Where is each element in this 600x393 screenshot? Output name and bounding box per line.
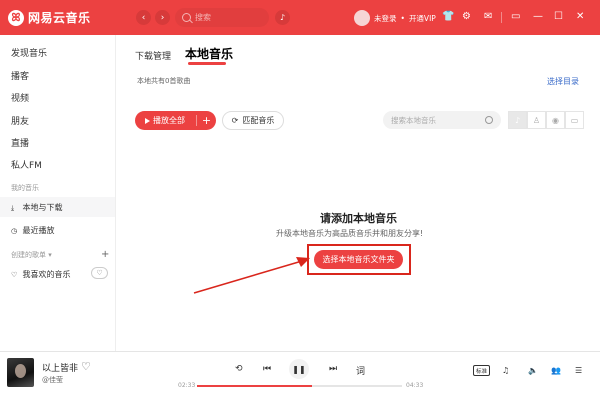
player-bar: 以上皆非 ♡ @佳莹 ⟲ ⏮ ❚❚ ⏭ 词 02:33 04:33 标准 ♫ 🔈… bbox=[0, 351, 600, 393]
pause-button[interactable]: ❚❚ bbox=[289, 359, 309, 379]
minimize-icon[interactable]: — bbox=[533, 11, 543, 23]
local-search-box[interactable] bbox=[383, 111, 501, 129]
active-tab-underline bbox=[188, 62, 226, 65]
back-button[interactable]: ‹ bbox=[136, 10, 151, 25]
sidebar-item-discover[interactable]: 发现音乐 bbox=[11, 46, 47, 59]
empty-state-subtitle: 升级本地音乐为高品质音乐并和朋友分享! bbox=[276, 229, 424, 238]
progress-bar[interactable] bbox=[197, 385, 402, 387]
chevron-right-icon: › bbox=[160, 12, 165, 23]
search-input[interactable] bbox=[195, 13, 265, 22]
pause-icon: ❚❚ bbox=[292, 364, 306, 374]
view-folder-button[interactable]: ▭ bbox=[565, 111, 584, 129]
netease-logo-icon: ꕤ bbox=[8, 9, 24, 26]
local-search-input[interactable] bbox=[391, 115, 481, 125]
play-all-main[interactable]: 播放全部 bbox=[135, 115, 197, 126]
tab-local-music[interactable]: 本地音乐 bbox=[185, 45, 233, 62]
play-icon bbox=[145, 117, 150, 124]
sidebar-item-live[interactable]: 直播 bbox=[11, 136, 29, 149]
current-time: 02:33 bbox=[178, 382, 196, 389]
title-bar: ꕤ 网易云音乐 ‹ › ♪ 未登录 • 开通VIP 👕 ⚙ ✉ ▭ — ☐ ✕ bbox=[0, 0, 600, 35]
search-icon bbox=[485, 116, 493, 124]
vip-link[interactable]: 开通VIP bbox=[409, 13, 436, 24]
search-icon bbox=[182, 13, 191, 22]
match-music-button[interactable]: ⟳ 匹配音乐 bbox=[222, 111, 284, 130]
select-directory-link[interactable]: 选择目录 bbox=[547, 76, 579, 87]
view-list-button[interactable]: ♪ bbox=[508, 111, 527, 129]
play-all-label: 播放全部 bbox=[153, 116, 185, 125]
add-to-queue-icon[interactable]: + bbox=[197, 114, 216, 127]
sound-effect-icon[interactable]: ♫ bbox=[502, 366, 509, 375]
album-cover[interactable] bbox=[7, 358, 34, 387]
microphone-icon: ♪ bbox=[279, 13, 286, 22]
close-icon[interactable]: ✕ bbox=[576, 11, 584, 23]
dot-separator: • bbox=[400, 13, 405, 23]
sidebar-item-friends[interactable]: 朋友 bbox=[11, 114, 29, 127]
app-logo[interactable]: ꕤ 网易云音乐 bbox=[8, 9, 91, 26]
app-name: 网易云音乐 bbox=[28, 11, 91, 25]
choose-folder-button[interactable]: 选择本地音乐文件夹 bbox=[314, 250, 403, 269]
sidebar: 发现音乐 播客 视频 朋友 直播 私人FM 我的音乐 ⤓ 本地与下载 ◷ 最近播… bbox=[0, 35, 116, 351]
sidebar-item-label: 最近播放 bbox=[22, 226, 55, 235]
view-album-button[interactable]: ◉ bbox=[546, 111, 565, 129]
folder-icon: ▭ bbox=[570, 115, 579, 125]
clock-icon: ◷ bbox=[11, 227, 18, 235]
sidebar-item-video[interactable]: 视频 bbox=[11, 91, 29, 104]
created-playlists-label: 创建的歌单 bbox=[11, 251, 46, 259]
maximize-icon[interactable]: ☐ bbox=[554, 11, 563, 23]
add-playlist-icon[interactable]: + bbox=[101, 249, 109, 260]
tab-download-manage[interactable]: 下载管理 bbox=[135, 49, 171, 62]
login-status[interactable]: 未登录 bbox=[374, 13, 397, 24]
voice-search-button[interactable]: ♪ bbox=[275, 10, 290, 25]
chevron-left-icon: ‹ bbox=[141, 12, 146, 23]
music-note-icon: ♪ bbox=[514, 115, 521, 125]
quality-button[interactable]: 标准 bbox=[473, 365, 490, 376]
toolbar-divider bbox=[501, 12, 502, 23]
my-music-section-title: 我的音乐 bbox=[11, 184, 39, 192]
total-time: 04:33 bbox=[406, 382, 424, 389]
forward-button[interactable]: › bbox=[155, 10, 170, 25]
sidebar-item-fm[interactable]: 私人FM bbox=[11, 158, 42, 171]
lyric-button[interactable]: 词 bbox=[356, 364, 365, 377]
user-area[interactable]: 未登录 • 开通VIP bbox=[354, 10, 436, 26]
download-icon: ⤓ bbox=[11, 204, 15, 212]
like-heart-icon[interactable]: ♡ bbox=[81, 360, 91, 373]
local-song-count: 本地共有0首歌曲 bbox=[137, 77, 191, 85]
avatar[interactable] bbox=[354, 10, 370, 26]
skin-icon[interactable]: 👕 bbox=[442, 11, 454, 23]
heart-icon: ♡ bbox=[96, 269, 103, 277]
view-artist-button[interactable]: ♙ bbox=[527, 111, 546, 129]
heart-outline-icon: ♡ bbox=[11, 271, 18, 279]
listen-together-icon[interactable]: 👥 bbox=[551, 366, 561, 375]
annotation-arrow bbox=[193, 257, 310, 294]
match-music-label: 匹配音乐 bbox=[242, 116, 275, 125]
song-title[interactable]: 以上皆非 bbox=[42, 361, 78, 374]
volume-icon[interactable]: 🔈 bbox=[528, 366, 538, 375]
sidebar-item-liked[interactable]: ♡ 我喜欢的音乐 bbox=[11, 269, 71, 280]
refresh-icon: ⟳ bbox=[231, 116, 239, 125]
sidebar-item-label: 本地与下载 bbox=[22, 203, 63, 212]
sidebar-item-podcast[interactable]: 播客 bbox=[11, 69, 29, 82]
song-artist[interactable]: @佳莹 bbox=[42, 375, 63, 385]
mini-mode-icon[interactable]: ▭ bbox=[511, 11, 520, 23]
search-box[interactable] bbox=[175, 8, 269, 27]
play-all-button[interactable]: 播放全部 + bbox=[135, 111, 216, 130]
loop-mode-icon[interactable]: ⟲ bbox=[235, 364, 243, 374]
created-playlists-title[interactable]: 创建的歌单 ▾ bbox=[11, 250, 52, 260]
person-icon: ♙ bbox=[532, 115, 541, 125]
next-track-icon[interactable]: ⏭ bbox=[329, 364, 337, 374]
empty-state-title: 请添加本地音乐 bbox=[320, 212, 397, 225]
heart-mode-button[interactable]: ♡ bbox=[91, 267, 108, 279]
settings-icon[interactable]: ⚙ bbox=[462, 11, 471, 23]
mail-icon[interactable]: ✉ bbox=[484, 11, 492, 23]
progress-fill bbox=[197, 385, 312, 387]
previous-track-icon[interactable]: ⏮ bbox=[263, 364, 271, 374]
playlist-icon[interactable]: ☰ bbox=[575, 366, 582, 375]
disc-icon: ◉ bbox=[552, 115, 559, 125]
sidebar-item-recent[interactable]: ◷ 最近播放 bbox=[11, 225, 55, 236]
sidebar-item-label: 我喜欢的音乐 bbox=[22, 270, 71, 279]
sidebar-item-local-download[interactable]: ⤓ 本地与下载 bbox=[11, 202, 63, 213]
